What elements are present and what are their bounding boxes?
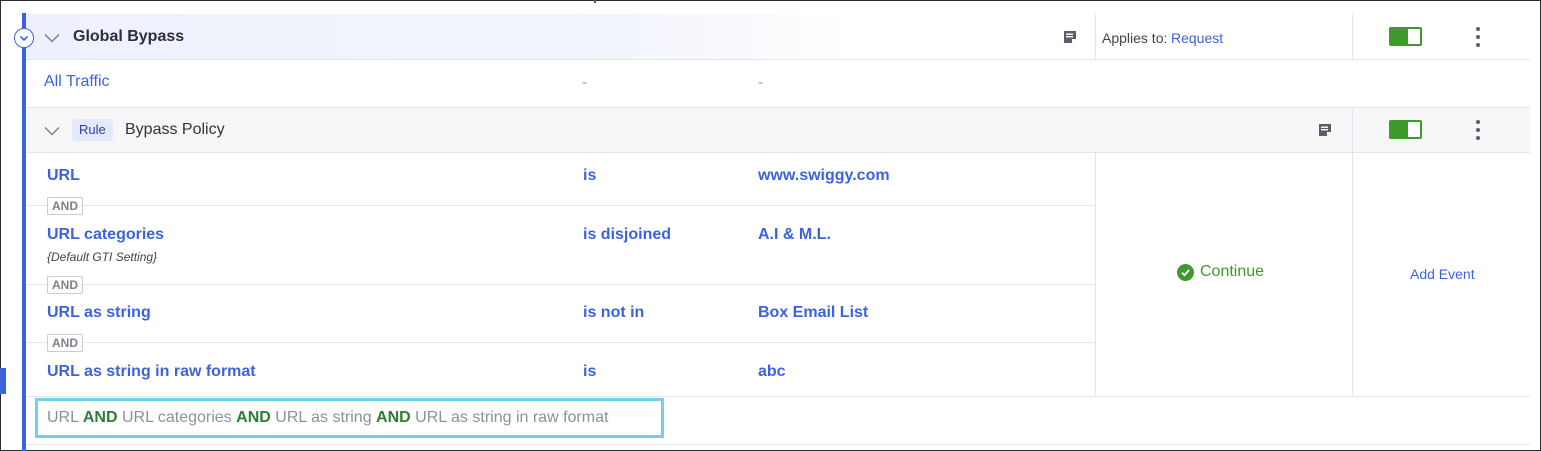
and-joiner-badge: AND xyxy=(47,197,83,215)
scroll-marker xyxy=(0,368,6,394)
condition-field[interactable]: URL as string xyxy=(47,304,151,322)
traffic-operator: - xyxy=(582,74,587,91)
divider xyxy=(1095,14,1096,60)
traffic-value: - xyxy=(758,74,763,91)
divider xyxy=(26,396,1530,397)
rule-enable-toggle[interactable] xyxy=(1389,120,1422,139)
divider xyxy=(26,444,1530,445)
divider xyxy=(26,342,1095,343)
divider xyxy=(1352,107,1353,153)
condition-value[interactable]: A.I & M.L. xyxy=(758,226,831,244)
summary-part: URL categories xyxy=(122,409,232,426)
and-joiner-badge: AND xyxy=(47,276,83,294)
note-icon[interactable] xyxy=(1063,30,1077,44)
condition-operator[interactable]: is xyxy=(583,363,596,381)
summary-part: URL as string xyxy=(275,409,372,426)
summary-part: URL xyxy=(47,409,79,426)
summary-operator: AND xyxy=(236,409,271,426)
check-circle-icon xyxy=(1177,263,1194,281)
divider xyxy=(594,0,596,3)
rule-action-label: Continue xyxy=(1200,263,1265,280)
group-title: Global Bypass xyxy=(73,28,185,45)
summary-operator: AND xyxy=(376,409,411,426)
condition-operator[interactable]: is not in xyxy=(583,304,644,322)
condition-field[interactable]: URL as string in raw format xyxy=(47,363,256,381)
and-joiner-badge: AND xyxy=(47,334,83,352)
condition-field[interactable]: URL categories xyxy=(47,226,164,244)
note-icon[interactable] xyxy=(1318,123,1332,137)
applies-to-link[interactable]: Request xyxy=(1171,30,1223,46)
traffic-scope-link[interactable]: All Traffic xyxy=(44,73,110,91)
chevron-down-icon[interactable] xyxy=(44,126,60,136)
divider xyxy=(1095,153,1096,396)
condition-value[interactable]: Box Email List xyxy=(758,304,868,322)
divider xyxy=(26,205,1095,206)
divider xyxy=(1352,14,1353,60)
chevron-down-icon[interactable] xyxy=(44,33,60,43)
rule-more-menu-icon[interactable] xyxy=(1475,120,1481,140)
condition-value[interactable]: abc xyxy=(758,363,786,381)
divider xyxy=(1352,153,1353,396)
condition-field-note: {Default GTI Setting} xyxy=(47,250,158,264)
group-header xyxy=(26,14,1530,60)
rule-header xyxy=(26,107,1530,153)
group-enable-toggle[interactable] xyxy=(1389,27,1422,46)
condition-value[interactable]: www.swiggy.com xyxy=(758,167,890,185)
condition-field[interactable]: URL xyxy=(47,167,80,185)
add-event-link[interactable]: Add Event xyxy=(1410,266,1475,282)
rule-action[interactable]: Continue xyxy=(1177,263,1264,281)
group-accent-bar xyxy=(22,13,26,451)
rule-badge: Rule xyxy=(72,119,113,141)
condition-operator[interactable]: is disjoined xyxy=(583,226,671,244)
collapse-group-icon[interactable] xyxy=(14,28,34,48)
summary-operator: AND xyxy=(82,409,118,426)
summary-part: URL as string in raw format xyxy=(415,409,609,426)
divider xyxy=(26,284,1095,285)
condition-expression-summary[interactable]: URL AND URL categories AND URL as string… xyxy=(35,398,664,438)
applies-to-label: Applies to: xyxy=(1102,30,1168,46)
rule-name[interactable]: Bypass Policy xyxy=(125,121,225,139)
group-more-menu-icon[interactable] xyxy=(1475,27,1481,47)
condition-operator[interactable]: is xyxy=(583,167,596,185)
